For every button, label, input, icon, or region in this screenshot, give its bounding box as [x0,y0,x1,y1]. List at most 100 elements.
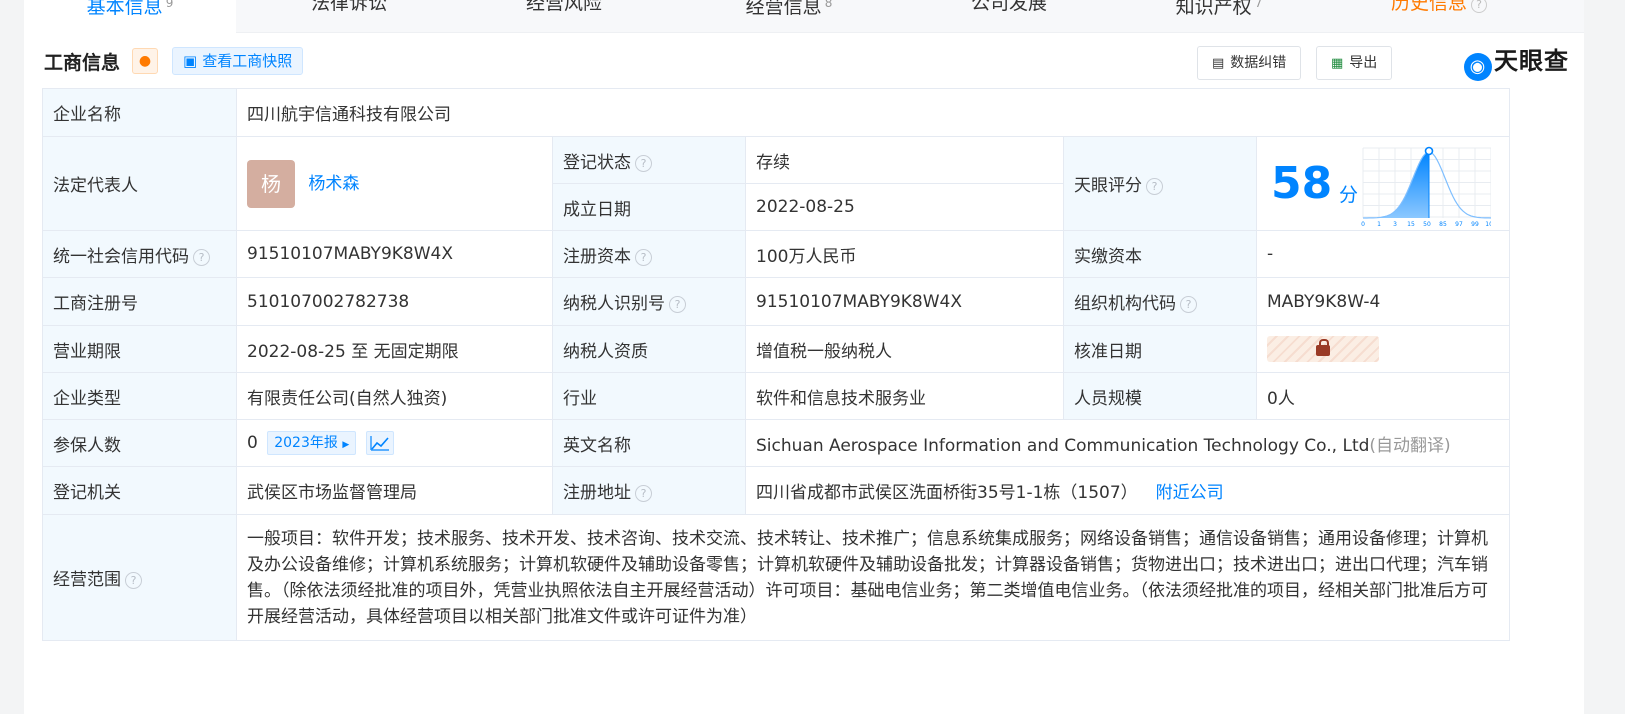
trend-chart-icon[interactable] [365,431,394,455]
score-unit: 分 [1339,183,1359,206]
insured-value: 0 [247,433,258,453]
insured-cell: 0 2023年报 ▶ [236,419,553,467]
tab-label: 经营风险 [525,0,602,14]
table-row: 统一社会信用代码? 91510107MABY9K8W4X 注册资本? 100万人… [42,230,1510,278]
score-widget[interactable]: 58 分 0 1 3 15 50 85 97 99 100 [1257,138,1509,230]
table-row: 法定代表人 杨 杨术森 登记状态? 存续 天眼评分? 58 分 0 1 3 15 50 8… [42,136,1510,231]
tab-ip[interactable]: 知识产权 7 [1134,0,1304,33]
approve-date-cell [1256,325,1510,373]
help-icon[interactable]: ? [635,248,652,266]
help-icon[interactable]: ? [1471,0,1487,13]
correct-label: 数据纠错 [1230,55,1287,71]
help-icon[interactable]: ? [635,154,652,172]
tab-development[interactable]: 公司发展 [924,0,1094,33]
credit-code-label: 统一社会信用代码 [53,246,189,267]
chart-tick-label: 3 [1393,221,1397,226]
bell-icon[interactable]: ● [132,48,158,74]
reg-address-value: 四川省成都市武侯区洗面桥街35号1-1栋（1507） [756,483,1138,503]
reg-status-value: 存续 [745,136,1064,184]
table-row: 企业类型 有限责任公司(自然人独资) 行业 软件和信息技术服务业 人员规模 0人 [42,372,1510,420]
reg-address-label-cell: 注册地址? [552,466,746,515]
company-name-value: 四川航宇信通科技有限公司 [236,88,1510,137]
help-icon[interactable]: ? [669,296,686,313]
table-row: 参保人数 0 2023年报 ▶ 英文名称 Sichuan Aerospace I… [42,419,1510,467]
nearby-companies-link[interactable]: 附近公司 [1156,483,1224,503]
biz-scope-label-cell: 经营范围? [42,514,237,641]
excel-icon: ▦ [1331,56,1344,71]
legal-rep-name-link[interactable]: 杨术森 [308,174,359,194]
section-title: 工商信息 [44,52,121,74]
view-snapshot-button[interactable]: ▣ 查看工商快照 [172,47,304,75]
credit-code-label-cell: 统一社会信用代码? [42,230,237,278]
tab-label: 法律诉讼 [310,0,387,14]
score-cell[interactable]: 58 分 0 1 3 15 50 85 97 99 100 [1256,136,1510,231]
trend-chart-glyph [370,436,389,451]
staff-size-label: 人员规模 [1063,372,1257,420]
score-label-cell: 天眼评分? [1063,136,1257,231]
table-row: 企业名称 四川航宇信通科技有限公司 [42,88,1510,137]
paid-capital-label: 实缴资本 [1063,230,1257,278]
logo-eye-icon: ◉ [1464,53,1492,81]
tab-operation[interactable]: 经营信息 8 [704,0,874,33]
paid-capital-value: - [1256,230,1510,278]
export-button[interactable]: ▦ 导出 [1316,46,1393,80]
biz-scope-value: 一般项目：软件开发；技术服务、技术开发、技术咨询、技术交流、技术转让、技术推广；… [236,514,1510,641]
tab-label: 知识产权 [1175,0,1252,18]
export-label: 导出 [1349,55,1378,71]
company-type-value: 有限责任公司(自然人独资) [236,372,553,420]
avatar[interactable]: 杨 [247,159,295,208]
credit-code-value: 91510107MABY9K8W4X [236,230,553,278]
biz-term-value: 2022-08-25 至 无固定期限 [236,325,553,373]
score-number: 58 [1271,157,1333,209]
tab-count: 9 [165,0,174,10]
help-icon[interactable]: ? [1146,178,1163,195]
legal-rep-cell: 杨 杨术森 [236,136,553,231]
reg-capital-value: 100万人民币 [745,230,1064,278]
chart-tick-label: 50 [1423,221,1431,226]
industry-value: 软件和信息技术服务业 [745,372,1064,420]
logo-text: 天眼查 [1494,47,1569,75]
biz-reg-no-label: 工商注册号 [42,277,237,326]
found-date-value: 2022-08-25 [745,183,1064,231]
approve-date-label: 核准日期 [1063,325,1257,373]
insured-label: 参保人数 [42,419,237,467]
taxpayer-id-value: 91510107MABY9K8W4X [745,277,1064,326]
found-date-label: 成立日期 [552,183,746,231]
business-info-table: 企业名称 四川航宇信通科技有限公司 法定代表人 杨 杨术森 登记状态? 存续 天… [42,88,1510,641]
chart-tick-label: 1 [1377,221,1381,226]
tab-basic-info[interactable]: 基本信息 9 [24,0,236,33]
help-icon[interactable]: ? [193,248,210,266]
tab-label: 经营信息 [745,0,822,18]
org-code-label: 组织机构代码 [1074,294,1176,314]
main-card: 基本信息 9 法律诉讼 经营风险 经营信息 8 公司发展 知识产权 7 历史信息? 工… [24,0,1584,714]
reg-capital-label-cell: 注册资本? [552,230,746,278]
org-code-value: MABY9K8W-4 [1256,277,1510,326]
annual-report-tag[interactable]: 2023年报 ▶ [267,431,357,455]
english-name-label: 英文名称 [552,419,746,467]
english-name-cell: Sichuan Aerospace Information and Commun… [745,419,1510,467]
locked-content-button[interactable] [1267,336,1379,362]
tab-label: 公司发展 [970,0,1047,14]
chart-tick-label: 99 [1471,221,1479,226]
tab-history[interactable]: 历史信息? [1354,0,1524,33]
chart-tick-label: 0 [1361,221,1365,226]
help-icon[interactable]: ? [635,485,652,502]
tianyancha-logo[interactable]: ◉ 天眼查 [1464,45,1569,81]
tab-legal[interactable]: 法律诉讼 [264,0,434,33]
table-row: 登记机关 武侯区市场监督管理局 注册地址? 四川省成都市武侯区洗面桥街35号1-… [42,466,1510,515]
table-row: 经营范围? 一般项目：软件开发；技术服务、技术开发、技术咨询、技术交流、技术转让… [42,514,1510,641]
legal-rep-label: 法定代表人 [42,136,237,231]
help-icon[interactable]: ? [1180,296,1197,313]
tab-bar: 基本信息 9 法律诉讼 经营风险 经营信息 8 公司发展 知识产权 7 历史信息? [24,0,1584,33]
taxpayer-id-label: 纳税人识别号 [563,294,665,314]
chart-tick-label: 100 [1485,221,1491,226]
auto-translate-note: (自动翻译) [1369,435,1451,456]
industry-label: 行业 [552,372,746,420]
tab-label: 历史信息 [1390,0,1467,14]
lock-icon [1316,339,1330,356]
help-icon[interactable]: ? [125,572,142,589]
annual-report-label: 2023年报 [274,435,338,451]
tab-label: 基本信息 [86,0,163,18]
data-correction-button[interactable]: ▤ 数据纠错 [1197,46,1302,80]
tab-risk[interactable]: 经营风险 [479,0,649,33]
